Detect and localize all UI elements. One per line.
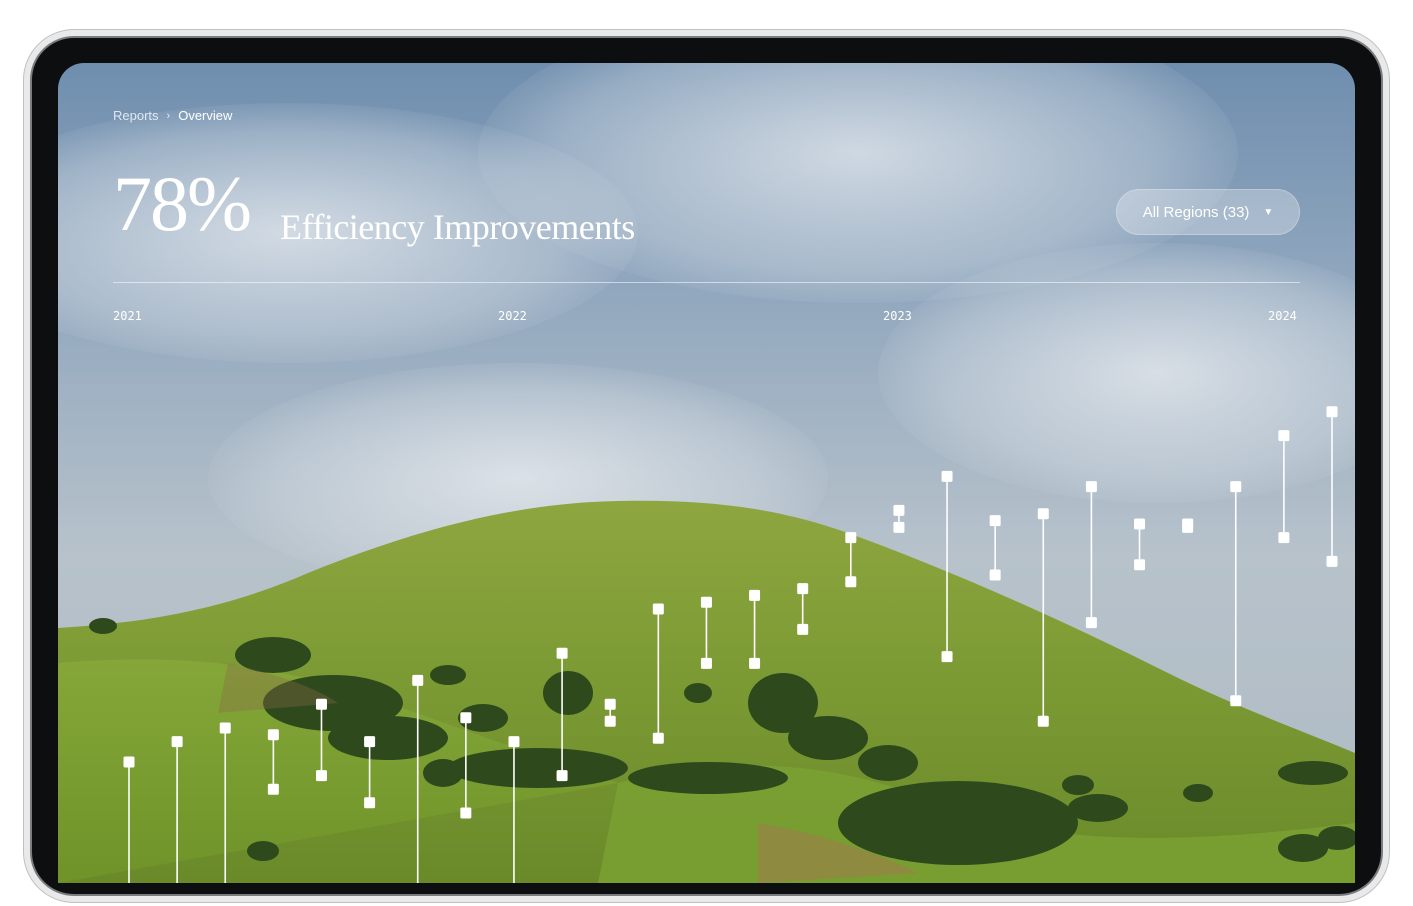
- range-bar-8[interactable]: [508, 736, 520, 883]
- range-high-marker-24[interactable]: [1278, 430, 1290, 442]
- range-bar-22[interactable]: [1182, 518, 1194, 533]
- range-bar-14[interactable]: [797, 583, 809, 635]
- range-bar-19[interactable]: [1037, 508, 1049, 727]
- range-chart: [123, 406, 1338, 884]
- range-low-marker-22[interactable]: [1182, 521, 1194, 533]
- range-high-marker-14[interactable]: [797, 583, 809, 595]
- range-low-marker-13[interactable]: [749, 657, 761, 669]
- range-low-marker-9[interactable]: [556, 770, 568, 782]
- range-low-marker-15[interactable]: [845, 576, 857, 588]
- dashboard-screen: Reports › Overview 78% Efficiency Improv…: [58, 63, 1355, 883]
- range-high-marker-10[interactable]: [604, 698, 616, 710]
- range-high-marker-6[interactable]: [412, 674, 424, 686]
- range-high-marker-3[interactable]: [267, 729, 279, 741]
- range-high-marker-5[interactable]: [364, 736, 376, 748]
- range-bar-9[interactable]: [556, 647, 568, 782]
- range-bar-3[interactable]: [267, 729, 279, 795]
- range-high-marker-13[interactable]: [749, 589, 761, 601]
- range-high-marker-7[interactable]: [460, 712, 472, 724]
- range-bar-7[interactable]: [460, 712, 472, 819]
- range-high-marker-11[interactable]: [652, 603, 664, 615]
- range-high-marker-15[interactable]: [845, 532, 857, 544]
- range-low-marker-10[interactable]: [604, 715, 616, 727]
- range-low-marker-25[interactable]: [1326, 555, 1338, 567]
- range-bar-1[interactable]: [171, 736, 183, 883]
- range-low-marker-17[interactable]: [941, 651, 953, 663]
- range-high-marker-17[interactable]: [941, 470, 953, 482]
- range-low-marker-21[interactable]: [1134, 559, 1146, 571]
- range-low-marker-5[interactable]: [364, 797, 376, 809]
- range-bar-24[interactable]: [1278, 430, 1290, 544]
- range-high-marker-1[interactable]: [171, 736, 183, 748]
- range-bar-17[interactable]: [941, 470, 953, 663]
- range-low-marker-24[interactable]: [1278, 532, 1290, 544]
- range-bar-13[interactable]: [749, 589, 761, 669]
- range-low-marker-16[interactable]: [893, 521, 905, 533]
- range-low-marker-3[interactable]: [267, 783, 279, 795]
- range-low-marker-12[interactable]: [700, 657, 712, 669]
- range-bar-15[interactable]: [845, 532, 857, 588]
- range-bar-21[interactable]: [1134, 518, 1146, 571]
- range-bar-2[interactable]: [219, 722, 231, 884]
- range-bar-18[interactable]: [989, 515, 1001, 581]
- range-bar-23[interactable]: [1230, 481, 1242, 707]
- range-low-marker-20[interactable]: [1085, 617, 1097, 629]
- range-high-marker-16[interactable]: [893, 504, 905, 516]
- range-low-marker-4[interactable]: [315, 770, 327, 782]
- range-high-marker-23[interactable]: [1230, 481, 1242, 493]
- range-high-marker-9[interactable]: [556, 647, 568, 659]
- range-bar-5[interactable]: [364, 736, 376, 809]
- range-high-marker-18[interactable]: [989, 515, 1001, 527]
- range-bar-25[interactable]: [1326, 406, 1338, 567]
- range-low-marker-7[interactable]: [460, 807, 472, 819]
- range-high-marker-12[interactable]: [700, 596, 712, 608]
- range-bar-20[interactable]: [1085, 481, 1097, 629]
- range-high-marker-2[interactable]: [219, 722, 231, 734]
- range-low-marker-11[interactable]: [652, 732, 664, 744]
- range-high-marker-20[interactable]: [1085, 481, 1097, 493]
- range-low-marker-18[interactable]: [989, 569, 1001, 581]
- range-bar-0[interactable]: [123, 756, 135, 884]
- range-bar-6[interactable]: [412, 674, 424, 883]
- range-high-marker-21[interactable]: [1134, 518, 1146, 530]
- range-bar-16[interactable]: [893, 504, 905, 533]
- range-low-marker-19[interactable]: [1037, 715, 1049, 727]
- range-bar-11[interactable]: [652, 603, 664, 744]
- range-bar-10[interactable]: [604, 698, 616, 727]
- range-high-marker-25[interactable]: [1326, 406, 1338, 418]
- range-high-marker-19[interactable]: [1037, 508, 1049, 520]
- range-high-marker-8[interactable]: [508, 736, 520, 748]
- range-low-marker-14[interactable]: [797, 623, 809, 635]
- range-bar-12[interactable]: [700, 596, 712, 669]
- range-low-marker-23[interactable]: [1230, 695, 1242, 707]
- range-bar-4[interactable]: [315, 698, 327, 782]
- range-high-marker-0[interactable]: [123, 756, 135, 768]
- range-high-marker-4[interactable]: [315, 698, 327, 710]
